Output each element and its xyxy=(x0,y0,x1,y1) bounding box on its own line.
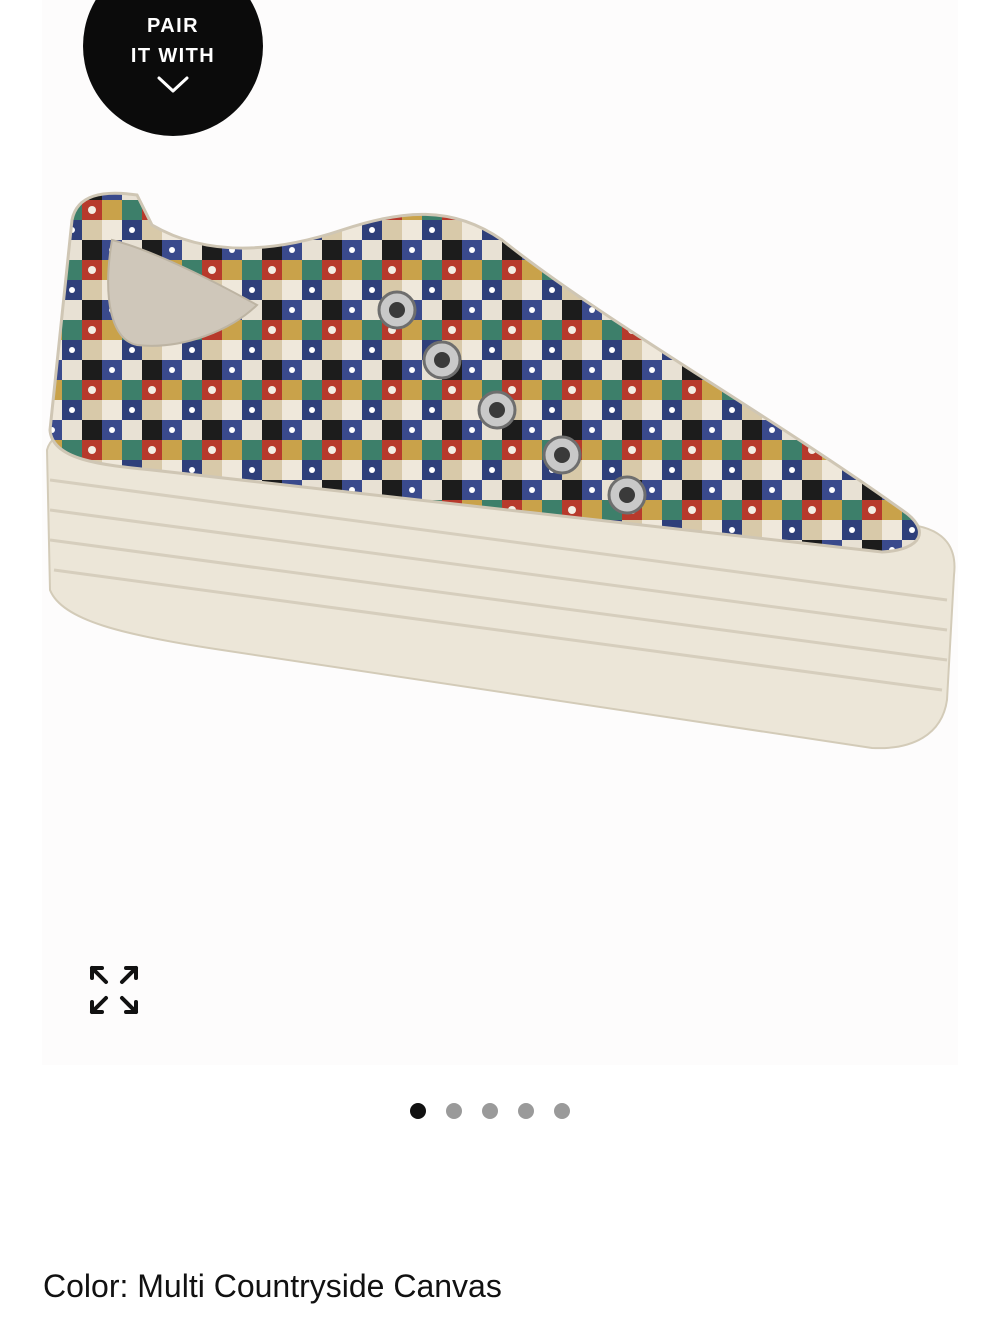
pair-label-line2: IT WITH xyxy=(130,45,216,67)
heart-icon[interactable] xyxy=(852,0,892,11)
product-image[interactable] xyxy=(42,180,958,780)
expand-icon[interactable] xyxy=(86,962,142,1018)
carousel-dot-4[interactable] xyxy=(518,1103,534,1119)
carousel-dot-3[interactable] xyxy=(482,1103,498,1119)
color-selection: Color: Multi Countryside Canvas xyxy=(43,1268,502,1305)
carousel-dot-2[interactable] xyxy=(446,1103,462,1119)
carousel-dot-1[interactable] xyxy=(410,1103,426,1119)
chevron-down-icon xyxy=(157,76,189,93)
carousel-dots xyxy=(410,1103,570,1119)
color-label: Color: xyxy=(43,1268,129,1304)
color-value: Multi Countryside Canvas xyxy=(137,1268,502,1304)
pair-label-line1: PAIR xyxy=(147,15,199,37)
carousel-dot-5[interactable] xyxy=(554,1103,570,1119)
